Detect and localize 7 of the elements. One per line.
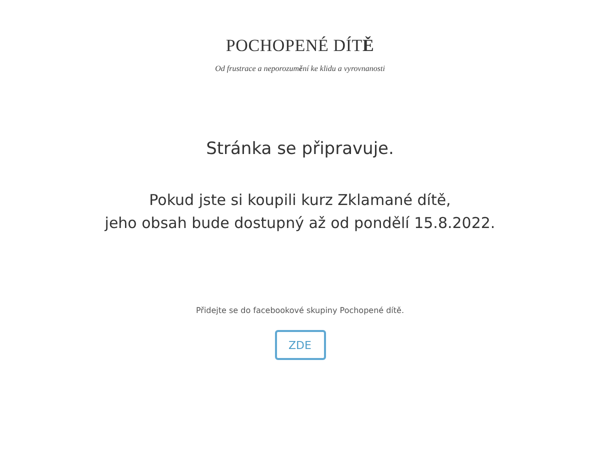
logo-title: POCHOPENÉ DÍTĚ xyxy=(226,36,374,56)
message-line: jeho obsah bude dostupný až od pondělí 15.8.2022. xyxy=(104,213,496,234)
heading: Stránka se připravuje. xyxy=(206,139,394,159)
tagline: Od frustrace a neporozumění ke klidu a vyrovnanosti xyxy=(215,64,385,73)
zde-button[interactable]: ZDE xyxy=(274,330,326,360)
invite-text: Přidejte se do facebookové skupiny Pochopené dítě. xyxy=(196,306,404,315)
message-line: Pokud jste si koupili kurz Zklamané dítě, xyxy=(148,190,452,211)
